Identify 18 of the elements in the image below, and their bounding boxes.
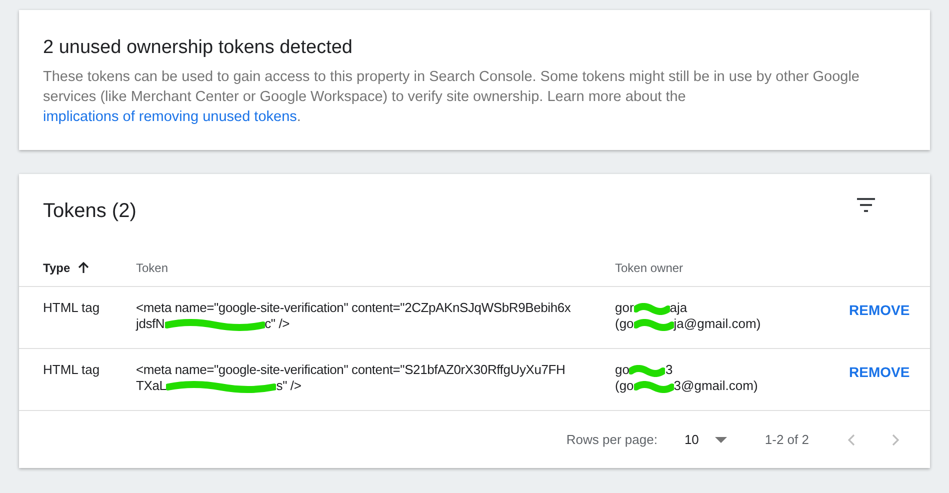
- rows-per-page-label: Rows per page:: [566, 430, 658, 449]
- type-cell-text: HTML tag: [43, 300, 101, 317]
- tokens-title: Tokens (2): [43, 199, 136, 224]
- column-header[interactable]: Token owner: [615, 259, 849, 277]
- learn-more-link[interactable]: implications of removing unused tokens: [43, 109, 297, 125]
- token-cell-text: <meta name="google-site-verification" content="2CZpAKnSJqWSbR9Bebih6x jdsfN c" />: [136, 300, 572, 333]
- notice-title: 2 unused ownership tokens detected: [43, 36, 354, 60]
- type-cell-text: HTML tag: [43, 362, 101, 379]
- remove-button[interactable]: REMOVE: [849, 362, 910, 382]
- notice-text: These tokens can be used to gain access to this property in Search Console. Some tokens might still be in use by other Google services (like Merchant Center or Google Workspace) to verify site ownership. Learn more about the implications of removing unused tokens.: [43, 68, 860, 127]
- column-header[interactable]: Type: [43, 259, 136, 277]
- rows-per-page-select[interactable]: 10: [684, 430, 727, 450]
- owner-cell-text: go 3 (go 3@gmail.com): [615, 362, 759, 395]
- column-header[interactable]: Token: [136, 259, 615, 277]
- page-range: 1-2 of 2: [764, 430, 809, 449]
- token-cell-text: <meta name="google-site-verification" content="S21bfAZ0rX30RffgUyXu7FH TXaL s" />: [136, 362, 566, 395]
- remove-button[interactable]: REMOVE: [849, 300, 910, 320]
- owner-cell-text: gor aja (go ja@gmail.com): [615, 300, 762, 333]
